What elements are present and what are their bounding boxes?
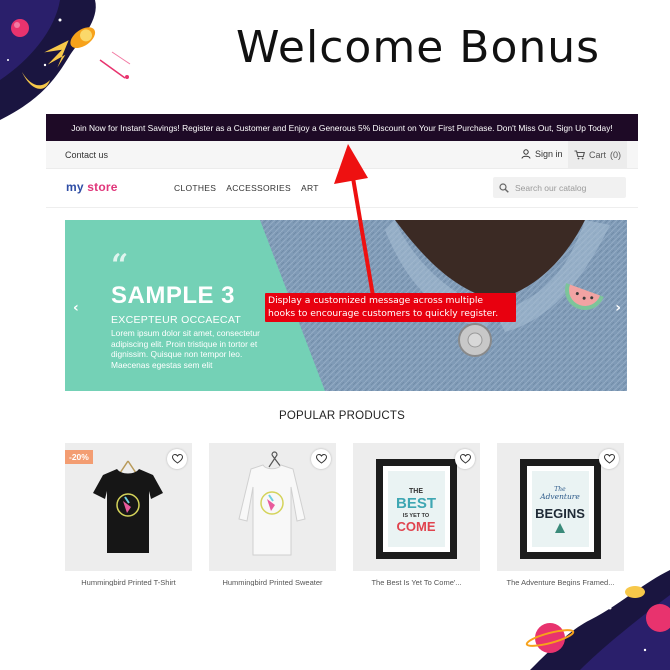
sign-in-link[interactable]: Sign in xyxy=(521,149,563,159)
hero-description: Lorem ipsum dolor sit amet, consectetur … xyxy=(111,328,260,370)
hero-title: SAMPLE 3 xyxy=(111,282,236,309)
product-card[interactable]: -20% Hummingbird Printed T-Shirt xyxy=(65,443,192,586)
product-image[interactable]: THE BEST IS YET TO COME xyxy=(353,443,480,571)
sign-in-label: Sign in xyxy=(535,149,563,159)
product-image[interactable] xyxy=(209,443,336,571)
heart-icon xyxy=(171,454,183,464)
product-name[interactable]: Hummingbird Printed Sweater xyxy=(209,578,336,586)
cart-label: Cart xyxy=(589,149,607,160)
heart-icon xyxy=(459,454,471,464)
heart-icon xyxy=(603,454,615,464)
nav-item-art[interactable]: ART xyxy=(301,183,319,193)
annotation-callout: Display a customized message across mult… xyxy=(265,293,516,322)
nav-item-accessories[interactable]: ACCESSORIES xyxy=(226,183,291,193)
product-card[interactable]: Hummingbird Printed Sweater xyxy=(209,443,336,586)
promo-banner[interactable]: Join Now for Instant Savings! Register a… xyxy=(46,114,638,141)
svg-text:Adventure: Adventure xyxy=(539,492,580,501)
discount-badge: -20% xyxy=(65,450,93,464)
heart-icon xyxy=(315,454,327,464)
search-icon[interactable] xyxy=(499,182,509,193)
product-image[interactable]: The Adventure BEGINS xyxy=(497,443,624,571)
logo-word-store: store xyxy=(87,180,118,194)
product-card[interactable]: The Adventure BEGINS The Adventure Begin… xyxy=(497,443,624,586)
svg-text:BEGINS: BEGINS xyxy=(535,506,585,521)
cart-button[interactable]: Cart (0) xyxy=(568,141,628,168)
promo-title: Welcome Bonus xyxy=(236,22,601,73)
search-box xyxy=(493,177,626,198)
section-title: POPULAR PRODUCTS xyxy=(279,410,405,422)
svg-text:BEST: BEST xyxy=(396,495,436,512)
cart-count: (0) xyxy=(610,149,622,160)
product-name[interactable]: The Adventure Begins Framed... xyxy=(497,578,624,586)
promo-canvas: Welcome Bonus Join Now for Instant Savin… xyxy=(0,0,670,670)
hero-subtitle: EXCEPTEUR OCCAECAT xyxy=(111,314,242,326)
product-name[interactable]: Hummingbird Printed T-Shirt xyxy=(65,578,192,586)
space-decoration-top-left xyxy=(0,0,131,120)
product-image[interactable]: -20% xyxy=(65,443,192,571)
logo-word-my: my xyxy=(66,180,84,194)
user-icon xyxy=(521,149,531,159)
main-nav: CLOTHES ACCESSORIES ART xyxy=(174,183,319,193)
cart-icon xyxy=(574,149,585,159)
annotation-arrow xyxy=(334,144,375,297)
quote-mark: “ xyxy=(111,248,129,283)
nav-item-clothes[interactable]: CLOTHES xyxy=(174,183,216,193)
product-card[interactable]: THE BEST IS YET TO COME The Best Is Yet … xyxy=(353,443,480,586)
product-name[interactable]: The Best Is Yet To Come'... xyxy=(353,578,480,586)
slider-next-arrow[interactable]: › xyxy=(615,300,621,316)
slider-prev-arrow[interactable]: ‹ xyxy=(73,300,79,316)
search-input[interactable] xyxy=(515,182,615,193)
product-list: -20% Hummingbird Printed T-Shirt Humming… xyxy=(65,443,627,586)
svg-text:THE: THE xyxy=(409,488,423,495)
wishlist-button[interactable] xyxy=(167,449,187,469)
wishlist-button[interactable] xyxy=(599,449,619,469)
contact-us-link[interactable]: Contact us xyxy=(65,150,108,160)
svg-text:COME: COME xyxy=(397,519,436,534)
wishlist-button[interactable] xyxy=(311,449,331,469)
wishlist-button[interactable] xyxy=(455,449,475,469)
store-logo[interactable]: my store xyxy=(66,180,118,194)
